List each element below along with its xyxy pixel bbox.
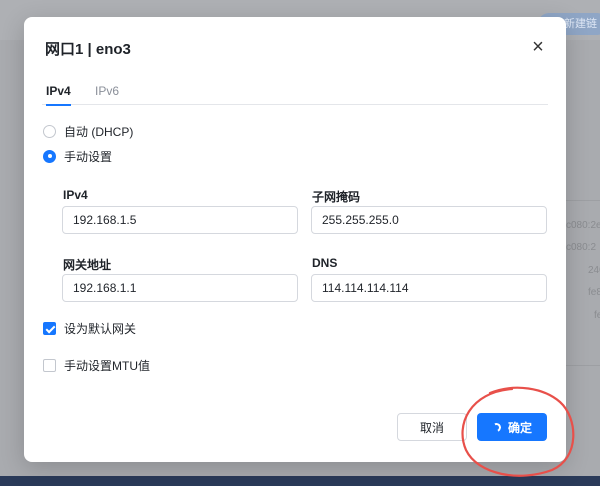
cancel-button[interactable]: 取消 — [397, 413, 467, 441]
protocol-tabs: IPv4 IPv6 — [42, 83, 548, 106]
tab-ipv4[interactable]: IPv4 — [46, 83, 71, 106]
manual-mtu-check-indicator[interactable] — [43, 358, 56, 372]
gateway-input[interactable] — [62, 274, 298, 302]
background-bottom-strip — [0, 476, 600, 486]
radio-dhcp[interactable]: 自动 (DHCP) — [43, 123, 133, 139]
background-divider — [566, 200, 600, 201]
manual-mtu-label: 手动设置MTU值 — [64, 358, 150, 373]
confirm-button-label: 确定 — [507, 420, 532, 435]
background-text: 240 — [588, 265, 600, 276]
background-divider — [566, 365, 600, 366]
confirm-button[interactable]: 确定 — [477, 413, 547, 441]
radio-dhcp-label: 自动 (DHCP) — [64, 124, 134, 139]
dialog-title: 网口1 | eno3 — [45, 41, 131, 58]
default-gateway-checkbox[interactable]: 设为默认网关 — [43, 320, 136, 336]
default-gateway-label: 设为默认网关 — [64, 321, 137, 336]
radio-manual-indicator[interactable] — [43, 149, 56, 163]
ipv4-input[interactable] — [62, 206, 298, 234]
subnet-mask-label: 子网掩码 — [312, 190, 361, 204]
manual-mtu-checkbox[interactable]: 手动设置MTU值 — [43, 357, 150, 373]
background-text: c080:2 — [566, 242, 597, 253]
background-text: c080:2e — [566, 220, 600, 231]
radio-manual[interactable]: 手动设置 — [43, 148, 112, 164]
loading-spinner-icon — [490, 421, 503, 433]
dns-label: DNS — [312, 256, 338, 270]
default-gateway-check-indicator[interactable] — [43, 321, 56, 335]
radio-dhcp-indicator[interactable] — [43, 124, 56, 138]
close-icon[interactable]: × — [526, 35, 550, 59]
tab-ipv6[interactable]: IPv6 — [95, 83, 119, 105]
background-text: fe8 — [588, 287, 600, 298]
subnet-mask-input[interactable] — [311, 206, 547, 234]
network-settings-dialog: 网口1 | eno3 × IPv4 IPv6 自动 (DHCP) 手动设置 IP… — [24, 17, 566, 462]
dns-input[interactable] — [311, 274, 547, 302]
gateway-label: 网关地址 — [63, 258, 112, 272]
background-text: fe — [594, 310, 600, 321]
radio-manual-label: 手动设置 — [64, 149, 113, 164]
ipv4-label: IPv4 — [63, 188, 88, 202]
